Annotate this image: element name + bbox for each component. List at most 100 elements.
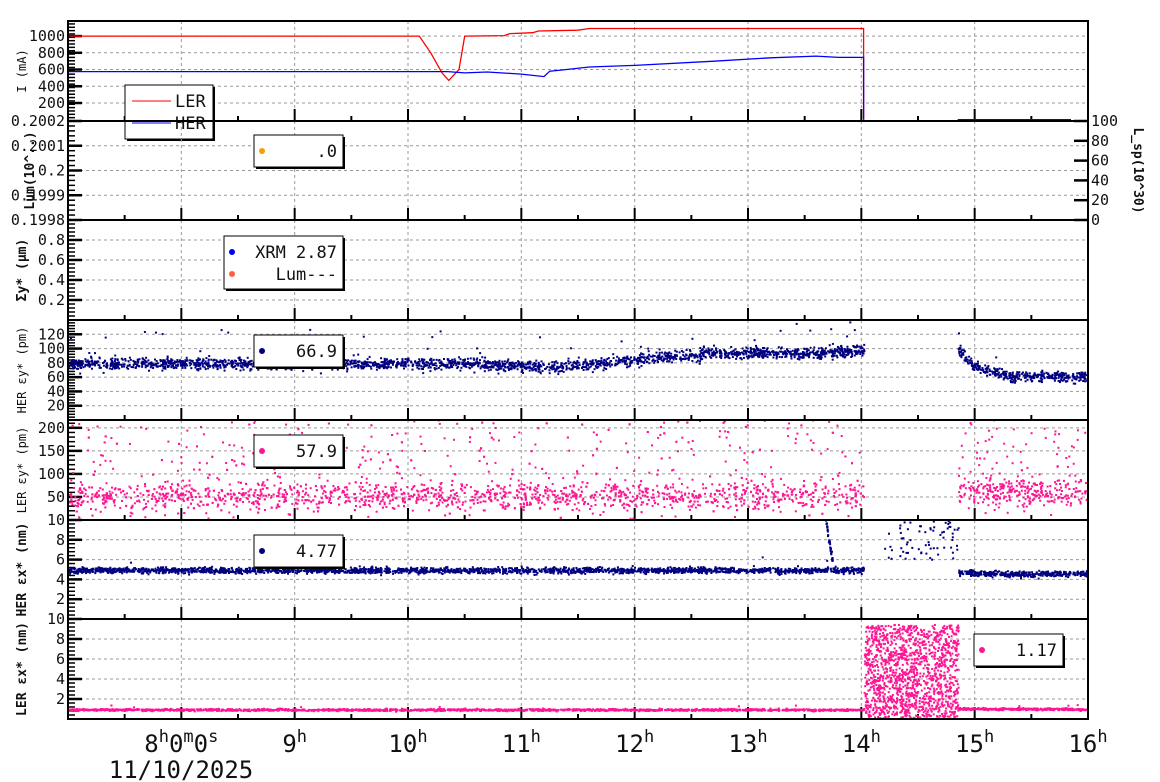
data-point (578, 509, 581, 512)
data-point (152, 367, 155, 369)
data-point (397, 504, 400, 507)
data-point (988, 369, 991, 372)
data-point (252, 501, 255, 504)
data-point (202, 503, 205, 506)
data-point (534, 493, 537, 496)
data-point (432, 358, 435, 361)
data-point (1011, 374, 1014, 377)
data-point (726, 497, 729, 500)
data-point (603, 358, 606, 361)
data-point (831, 355, 834, 358)
data-point (155, 360, 158, 363)
data-point (180, 456, 183, 459)
data-point (354, 365, 357, 368)
data-point (374, 488, 376, 490)
data-point (496, 364, 499, 367)
data-point (1081, 374, 1084, 377)
data-point (414, 360, 417, 363)
data-point (143, 331, 146, 333)
data-point (449, 465, 452, 468)
data-point (743, 492, 746, 495)
data-point (429, 366, 432, 369)
data-point (481, 356, 484, 359)
data-point (179, 361, 182, 364)
data-point (251, 365, 254, 368)
data-point (159, 485, 162, 488)
data-point (1026, 372, 1029, 375)
data-point (244, 363, 246, 365)
data-point (546, 496, 549, 499)
data-point (607, 498, 610, 501)
data-point (567, 360, 570, 363)
data-point (180, 363, 183, 366)
data-point (577, 488, 580, 491)
data-point (91, 500, 94, 503)
data-point (364, 360, 366, 363)
data-point (494, 461, 497, 464)
data-point (357, 360, 360, 363)
data-point (803, 347, 806, 350)
data-point (332, 485, 335, 487)
data-point (763, 352, 766, 355)
data-point (638, 359, 641, 362)
data-point (212, 366, 215, 369)
data-point (572, 361, 575, 364)
data-point (853, 329, 856, 332)
data-point (176, 364, 179, 367)
data-point (959, 344, 962, 347)
data-point (568, 493, 571, 496)
data-point (448, 512, 451, 515)
data-point (591, 512, 594, 515)
data-point (233, 460, 236, 463)
data-point (655, 351, 658, 354)
data-point (274, 472, 276, 474)
data-point (145, 427, 148, 430)
data-point (993, 367, 996, 370)
data-point (120, 363, 123, 366)
data-point (90, 360, 93, 363)
data-point (87, 361, 90, 364)
data-point (464, 365, 467, 368)
data-point (855, 352, 858, 355)
data-point (515, 361, 518, 364)
data-point (102, 371, 105, 374)
y-tick-label: 800 (38, 44, 65, 62)
y2-tick-label: 20 (1091, 191, 1109, 209)
y-tick-label: 120 (38, 325, 65, 343)
data-point (727, 431, 730, 433)
data-point (969, 361, 972, 364)
data-point (492, 438, 495, 441)
data-point (246, 362, 249, 365)
data-point (783, 483, 786, 486)
data-point (640, 356, 643, 358)
data-point (777, 346, 780, 349)
data-point (450, 484, 453, 487)
data-point (820, 452, 823, 455)
data-point (719, 355, 721, 358)
data-point (999, 373, 1002, 376)
data-point (589, 508, 591, 510)
data-point (718, 435, 721, 438)
data-point (80, 367, 83, 369)
data-point (840, 349, 843, 352)
data-point (479, 359, 481, 362)
data-point (672, 358, 675, 361)
data-point (154, 504, 157, 507)
data-point (79, 364, 82, 367)
data-point (385, 358, 388, 361)
data-point (162, 362, 164, 365)
data-point (195, 363, 197, 366)
data-point (297, 494, 300, 497)
data-point (440, 496, 443, 499)
data-point (537, 501, 540, 504)
data-point (87, 449, 90, 452)
data-point (788, 497, 791, 500)
data-point (372, 363, 375, 366)
data-point (144, 366, 147, 369)
data-point (248, 423, 251, 426)
data-point (197, 492, 200, 495)
data-point (129, 515, 132, 518)
data-point (589, 360, 592, 363)
data-point (387, 494, 390, 497)
data-point (136, 484, 139, 487)
